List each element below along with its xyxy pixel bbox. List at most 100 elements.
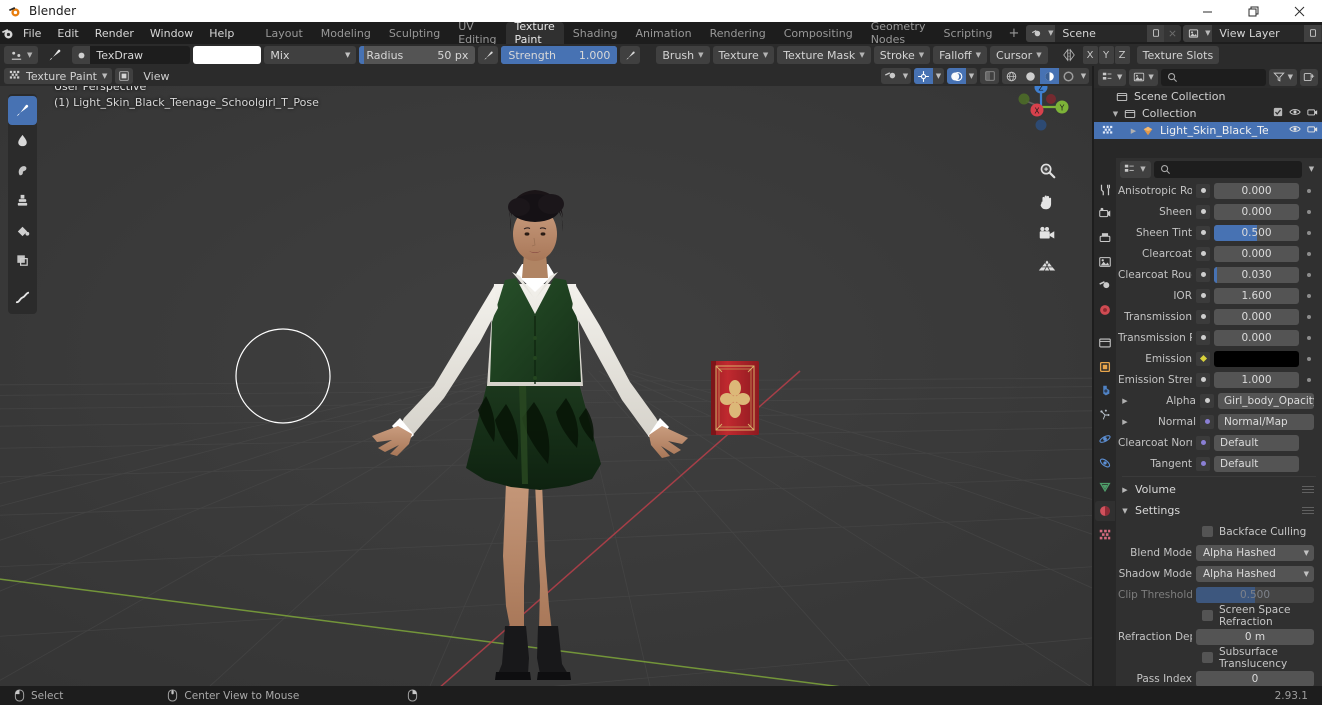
setting-shadow-mode[interactable]: Shadow Mode Alpha Hashed ▼ <box>1116 563 1322 584</box>
screen-space-refraction-checkbox[interactable] <box>1202 610 1213 621</box>
shading-mode-selector[interactable]: ▼ <box>1002 68 1089 84</box>
collection-expander-icon[interactable]: ▼ <box>1110 110 1121 118</box>
properties-tab-data[interactable] <box>1095 477 1115 497</box>
viewport-canvas[interactable] <box>0 86 1092 686</box>
socket-dot-icon[interactable] <box>1196 351 1210 366</box>
normal-expander-icon[interactable]: ▶ <box>1118 418 1132 426</box>
outliner-row-collection[interactable]: ▼ Collection <box>1094 105 1322 122</box>
animate-dot-icon[interactable] <box>1303 188 1314 193</box>
solid-shading-icon[interactable] <box>1021 68 1040 84</box>
socket-dot-icon[interactable] <box>1196 372 1210 387</box>
prop-value-field[interactable]: 0.500 <box>1214 224 1299 241</box>
view-layer-chevron-down-icon[interactable]: ▼ <box>1203 24 1213 42</box>
volume-expander-icon[interactable]: ▶ <box>1120 486 1130 494</box>
socket-dot-icon[interactable] <box>1196 288 1210 303</box>
symmetry-z-button[interactable]: Z <box>1114 46 1130 64</box>
socket-dot-icon[interactable] <box>1196 246 1210 261</box>
collection-eye-icon[interactable] <box>1289 107 1301 120</box>
properties-tab-view-layer[interactable] <box>1095 252 1115 272</box>
gizmo-chevron-down-icon[interactable]: ▼ <box>933 68 944 84</box>
properties-tab-output[interactable] <box>1095 228 1115 248</box>
socket-dot-icon[interactable] <box>1196 267 1210 282</box>
prop-value-field[interactable]: 1.600 <box>1214 287 1299 304</box>
brush-color-swatch[interactable] <box>193 46 262 64</box>
properties-options-chevron-down-icon[interactable]: ▼ <box>1305 161 1318 178</box>
scene-chevron-down-icon[interactable]: ▼ <box>1046 24 1056 42</box>
outliner-editor[interactable]: ▼ ▼ ▼ Scene Collection ▼ Collection ▶ Li… <box>1094 66 1322 158</box>
tab-animation[interactable]: Animation <box>626 22 700 44</box>
blend-mode-dropdown[interactable]: Mix ▼ <box>264 46 357 64</box>
animate-dot-icon[interactable] <box>1303 314 1314 319</box>
setting-screen-space-refraction[interactable]: Screen Space Refraction <box>1116 604 1322 628</box>
visibility-chevron-down-icon[interactable]: ▼ <box>900 68 911 84</box>
tab-geometry-nodes[interactable]: Geometry Nodes <box>862 20 935 46</box>
tab-uv-editing[interactable]: UV Editing <box>449 20 505 46</box>
soften-tool-button[interactable] <box>8 126 37 155</box>
overlays-chevron-down-icon[interactable]: ▼ <box>966 68 977 84</box>
menu-falloff[interactable]: Falloff ▼ <box>933 46 988 64</box>
properties-tab-physics[interactable] <box>1095 429 1115 449</box>
setting-subsurface-translucency[interactable]: Subsurface Translucency <box>1116 646 1322 670</box>
menu-cursor[interactable]: Cursor ▼ <box>990 46 1048 64</box>
tab-texture-paint[interactable]: Texture Paint <box>505 20 564 46</box>
menu-texture-mask[interactable]: Texture Mask ▼ <box>777 46 871 64</box>
animate-dot-icon[interactable] <box>1303 230 1314 235</box>
material-preview-shading-icon[interactable] <box>1040 68 1059 84</box>
brush-type-icon[interactable] <box>41 46 69 64</box>
prop-link-field[interactable]: Normal/Map <box>1218 413 1314 430</box>
animate-dot-icon[interactable] <box>1303 251 1314 256</box>
draw-tool-button[interactable] <box>8 96 37 125</box>
prop-clearcoat-normal[interactable]: Clearcoat Normal Default <box>1116 432 1322 453</box>
new-view-layer-icon[interactable] <box>1304 24 1322 42</box>
strength-pressure-icon[interactable] <box>620 46 641 64</box>
blend-mode-select[interactable]: Alpha Hashed ▼ <box>1196 544 1314 561</box>
outliner-search-input[interactable] <box>1160 68 1266 86</box>
tab-scripting[interactable]: Scripting <box>935 22 1002 44</box>
tab-compositing[interactable]: Compositing <box>775 22 862 44</box>
subsurface-translucency-checkbox[interactable] <box>1202 652 1213 663</box>
menu-file[interactable]: File <box>15 24 49 42</box>
animate-dot-icon[interactable] <box>1303 377 1314 382</box>
blender-logo-icon[interactable] <box>0 22 15 44</box>
prop-value-field[interactable]: 0.000 <box>1214 329 1299 346</box>
scene-datablock[interactable]: ▼ Scene <box>1026 24 1182 42</box>
animate-dot-icon[interactable] <box>1303 209 1314 214</box>
radius-pressure-icon[interactable] <box>478 46 499 64</box>
mask-tool-button[interactable] <box>8 246 37 275</box>
menu-help[interactable]: Help <box>201 24 242 42</box>
properties-search-input[interactable] <box>1154 160 1302 178</box>
prop-transmission-roughness[interactable]: Transmission R... 0.000 <box>1116 327 1322 348</box>
smear-tool-button[interactable] <box>8 156 37 185</box>
menu-render[interactable]: Render <box>87 24 142 42</box>
menu-texture[interactable]: Texture ▼ <box>712 46 775 64</box>
prop-anisotropic-rotation[interactable]: Anisotropic Rot... 0.000 <box>1116 180 1322 201</box>
socket-dot-icon[interactable] <box>1196 183 1210 198</box>
show-overlays-icon[interactable] <box>947 68 966 84</box>
clone-tool-button[interactable] <box>8 186 37 215</box>
outliner-row-scene-collection[interactable]: Scene Collection <box>1094 88 1322 105</box>
prop-ior[interactable]: IOR 1.600 <box>1116 285 1322 306</box>
prop-value-field[interactable]: 0.030 <box>1214 266 1299 283</box>
pan-hand-icon[interactable] <box>1035 190 1058 213</box>
add-workspace-button[interactable]: + <box>1001 22 1026 44</box>
setting-backface-culling[interactable]: Backface Culling <box>1116 521 1322 542</box>
xray-icon[interactable] <box>980 68 999 84</box>
prop-tangent[interactable]: Tangent Default <box>1116 453 1322 474</box>
symmetry-x-button[interactable]: X <box>1082 46 1098 64</box>
prop-value-field[interactable]: 0.000 <box>1214 203 1299 220</box>
prop-link-field[interactable]: Girl_body_Opacity.p... <box>1218 392 1314 409</box>
properties-tab-scene[interactable] <box>1095 276 1115 296</box>
show-gizmo-icon[interactable] <box>914 68 933 84</box>
symmetry-icon[interactable] <box>1060 46 1078 64</box>
radius-slider[interactable]: Radius 50 px <box>359 46 476 64</box>
shadow-mode-select[interactable]: Alpha Hashed ▼ <box>1196 565 1314 582</box>
xray-toggle[interactable] <box>980 68 999 84</box>
section-volume[interactable]: ▶ Volume <box>1116 479 1322 500</box>
strength-slider[interactable]: Strength 1.000 <box>501 46 618 64</box>
tool-preset-selector[interactable]: ▼ <box>4 46 39 64</box>
pass-index-field[interactable]: 0 <box>1196 670 1314 686</box>
properties-tab-constraints[interactable] <box>1095 453 1115 473</box>
object-types-visibility-icon[interactable] <box>881 68 900 84</box>
socket-dot-icon[interactable] <box>1196 330 1210 345</box>
prop-emission-strength[interactable]: Emission Streng... 1.000 <box>1116 369 1322 390</box>
